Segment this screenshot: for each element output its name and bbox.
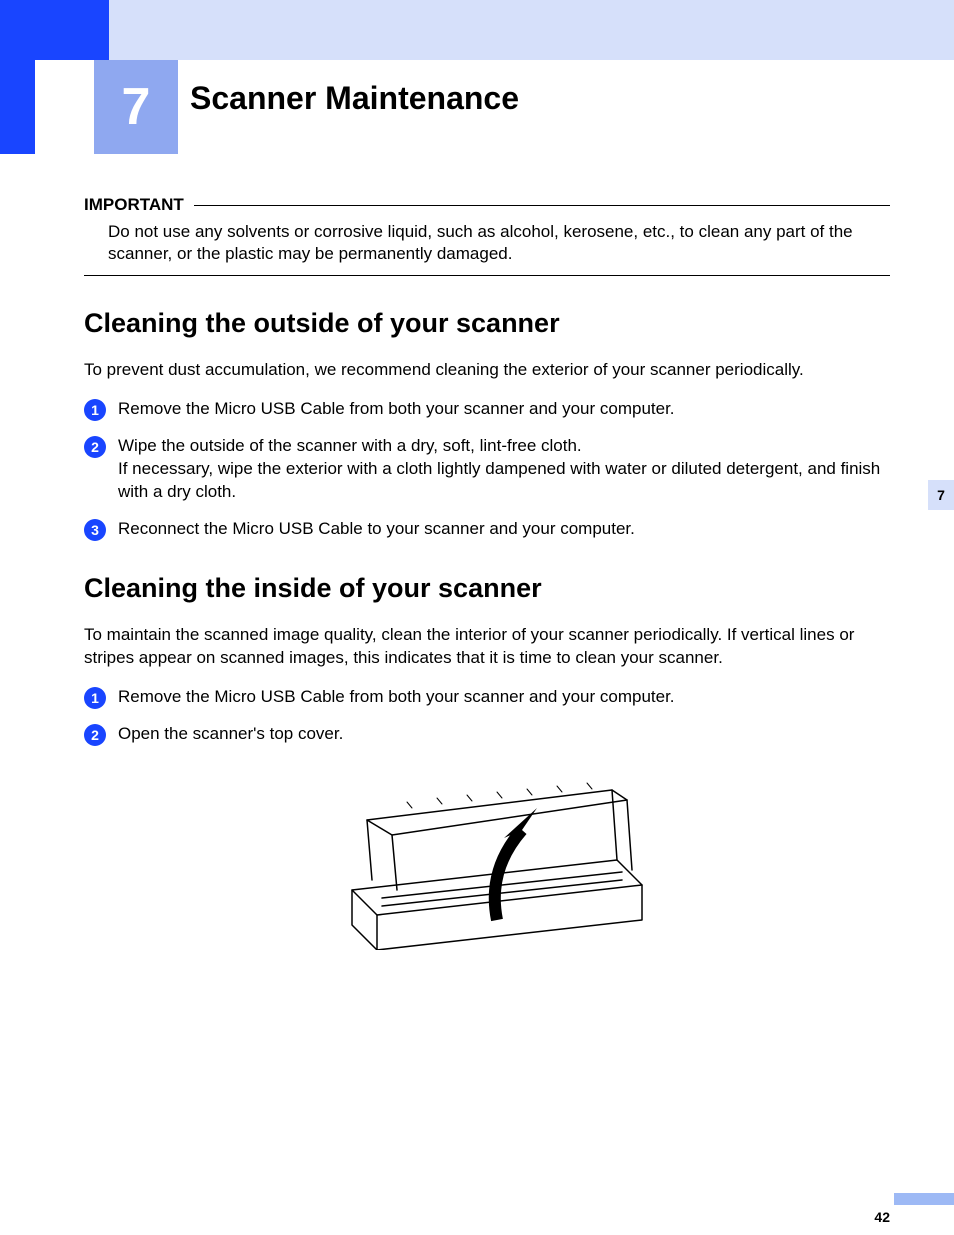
step-bullet-icon: 1 — [84, 687, 106, 709]
divider-line — [84, 275, 890, 276]
chapter-number: 7 — [122, 77, 151, 137]
step-item: 3 Reconnect the Micro USB Cable to your … — [84, 518, 890, 541]
important-header: IMPORTANT — [84, 195, 890, 215]
important-label: IMPORTANT — [84, 195, 184, 215]
important-callout: IMPORTANT Do not use any solvents or cor… — [84, 195, 890, 276]
section-heading-inside: Cleaning the inside of your scanner — [84, 573, 890, 604]
page-content: IMPORTANT Do not use any solvents or cor… — [84, 195, 890, 950]
section-intro: To prevent dust accumulation, we recomme… — [84, 359, 890, 382]
step-bullet-icon: 3 — [84, 519, 106, 541]
step-bullet-icon: 2 — [84, 436, 106, 458]
header-blue-block — [0, 0, 109, 60]
section-heading-outside: Cleaning the outside of your scanner — [84, 308, 890, 339]
step-text: Remove the Micro USB Cable from both you… — [118, 686, 890, 709]
step-item: 2 Wipe the outside of the scanner with a… — [84, 435, 890, 504]
step-text: Remove the Micro USB Cable from both you… — [118, 398, 890, 421]
step-text: Reconnect the Micro USB Cable to your sc… — [118, 518, 890, 541]
step-item: 2 Open the scanner's top cover. — [84, 723, 890, 746]
step-text: Wipe the outside of the scanner with a d… — [118, 435, 890, 504]
chapter-title: Scanner Maintenance — [190, 80, 519, 117]
side-chapter-tab: 7 — [928, 480, 954, 510]
page-number: 42 — [874, 1209, 890, 1225]
scanner-open-cover-illustration — [322, 760, 652, 950]
page-bottom-accent — [894, 1193, 954, 1205]
step-bullet-icon: 1 — [84, 399, 106, 421]
header-light-block — [109, 0, 954, 60]
step-bullet-icon: 2 — [84, 724, 106, 746]
section-intro: To maintain the scanned image quality, c… — [84, 624, 890, 670]
step-item: 1 Remove the Micro USB Cable from both y… — [84, 686, 890, 709]
divider-line — [194, 205, 890, 206]
header-left-strip — [0, 60, 35, 154]
side-tab-number: 7 — [937, 487, 945, 503]
figure-container — [84, 760, 890, 950]
step-item: 1 Remove the Micro USB Cable from both y… — [84, 398, 890, 421]
chapter-number-box: 7 — [94, 60, 178, 154]
important-text: Do not use any solvents or corrosive liq… — [108, 221, 890, 265]
step-text: Open the scanner's top cover. — [118, 723, 890, 746]
